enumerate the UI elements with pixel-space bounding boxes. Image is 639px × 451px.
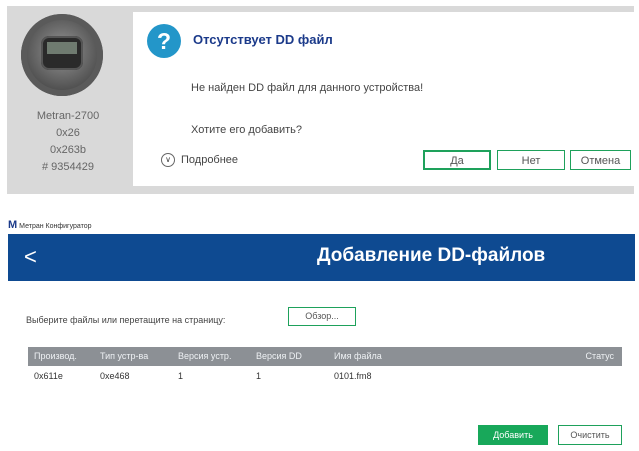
device-panel: Metran-2700 0x26 0x263b # 9354429 — [7, 6, 129, 194]
clear-button[interactable]: Очистить — [558, 425, 622, 445]
app-logo: M — [8, 219, 18, 231]
add-button[interactable]: Добавить — [478, 425, 548, 445]
device-code1: 0x26 — [56, 127, 80, 139]
cancel-button[interactable]: Отмена — [570, 150, 631, 170]
dialog-title: Отсутствует DD файл — [193, 32, 333, 47]
table-cell: 0x611e — [34, 371, 63, 381]
back-button[interactable]: < — [24, 244, 37, 270]
page-header: < Добавление DD-файлов — [8, 234, 635, 281]
table-header: Производ. Тип устр-ва Версия устр. Верси… — [28, 347, 622, 366]
dd-files-table: Производ. Тип устр-ва Версия устр. Верси… — [28, 347, 622, 386]
device-image — [21, 14, 103, 96]
column-header[interactable]: Тип устр-ва — [100, 347, 148, 366]
dialog-message: Не найден DD файл для данного устройства… — [191, 82, 424, 94]
column-header[interactable]: Производ. — [34, 347, 77, 366]
column-header[interactable]: Статус — [586, 347, 614, 366]
device-screen — [47, 42, 77, 54]
dd-missing-dialog: Metran-2700 0x26 0x263b # 9354429 ? Отсу… — [7, 6, 634, 194]
table-cell: 1 — [178, 371, 184, 381]
column-header[interactable]: Имя файла — [334, 347, 382, 366]
device-serial: # 9354429 — [42, 161, 94, 173]
yes-button[interactable]: Да — [423, 150, 491, 170]
column-header[interactable]: Версия устр. — [178, 347, 231, 366]
message-panel: ? Отсутствует DD файл Не найден DD файл … — [133, 12, 634, 186]
table-row[interactable]: 0x611e 0xe468 1 1 0101.fm8 — [28, 366, 622, 386]
device-name: Metran-2700 — [36, 110, 100, 122]
chevron-down-icon: ∨ — [161, 153, 175, 167]
device-code2: 0x263b — [49, 144, 87, 156]
table-cell: 1 — [256, 371, 262, 381]
table-cell: 0xe468 — [100, 371, 130, 381]
column-header[interactable]: Версия DD — [256, 347, 302, 366]
browse-button[interactable]: Обзор... — [288, 307, 356, 326]
table-cell: 0101.fm8 — [334, 371, 372, 381]
page-title: Добавление DD-файлов — [317, 245, 546, 266]
details-toggle[interactable]: ∨ Подробнее — [161, 153, 238, 167]
app-title: Метран Конфигуратор — [19, 223, 92, 230]
app-title-bar: M Метран Конфигуратор — [8, 219, 92, 231]
details-label: Подробнее — [181, 153, 239, 166]
device-info: Metran-2700 0x26 0x263b # 9354429 — [7, 108, 129, 176]
no-button[interactable]: Нет — [497, 150, 565, 170]
dialog-question: Хотите его добавить? — [191, 124, 302, 136]
question-icon: ? — [147, 24, 181, 58]
main-content: Выберите файлы или перетащите на страниц… — [8, 281, 635, 451]
file-select-label: Выберите файлы или перетащите на страниц… — [26, 315, 226, 325]
